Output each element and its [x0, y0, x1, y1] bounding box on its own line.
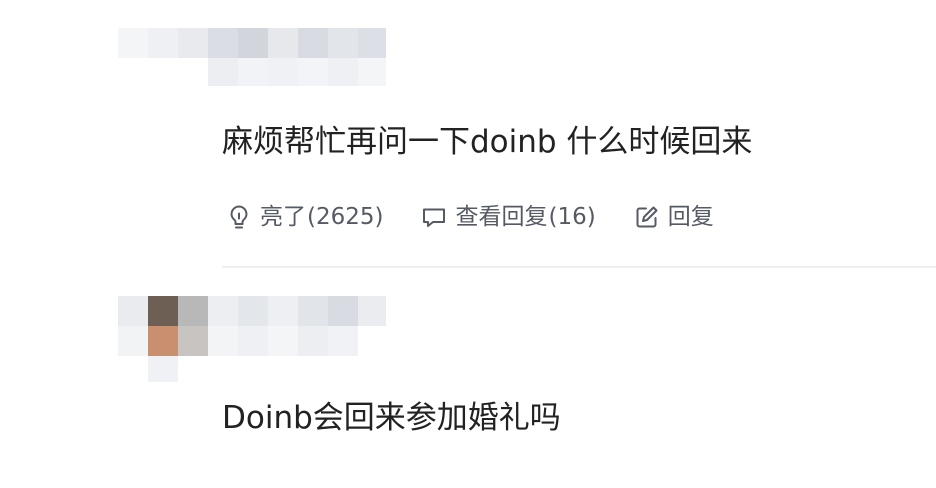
view-replies-button[interactable]: 查看回复 (16): [421, 199, 596, 235]
comment-bubble-icon: [421, 204, 447, 230]
reply-count: (16): [548, 204, 596, 230]
like-label: 亮了: [260, 204, 306, 230]
like-button[interactable]: 亮了 (2625): [226, 199, 383, 235]
like-count: (2625): [307, 204, 384, 230]
comment-text: 麻烦帮忙再问一下doinb 什么时候回来: [222, 124, 753, 160]
comment-actions: 亮了 (2625) 查看回复 (16) 回复: [226, 199, 714, 235]
reply-button[interactable]: 回复: [634, 199, 714, 235]
reply-label: 回复: [667, 204, 714, 230]
edit-icon: [634, 204, 660, 230]
view-replies-label: 查看回复: [455, 204, 548, 230]
comment-item: Doinb会回来参加婚礼吗: [0, 268, 936, 488]
lightbulb-icon: [226, 204, 252, 230]
comment-text: Doinb会回来参加婚礼吗: [222, 400, 561, 436]
comment-item: 麻烦帮忙再问一下doinb 什么时候回来 亮了(2625) 查看回复(16): [0, 0, 936, 268]
